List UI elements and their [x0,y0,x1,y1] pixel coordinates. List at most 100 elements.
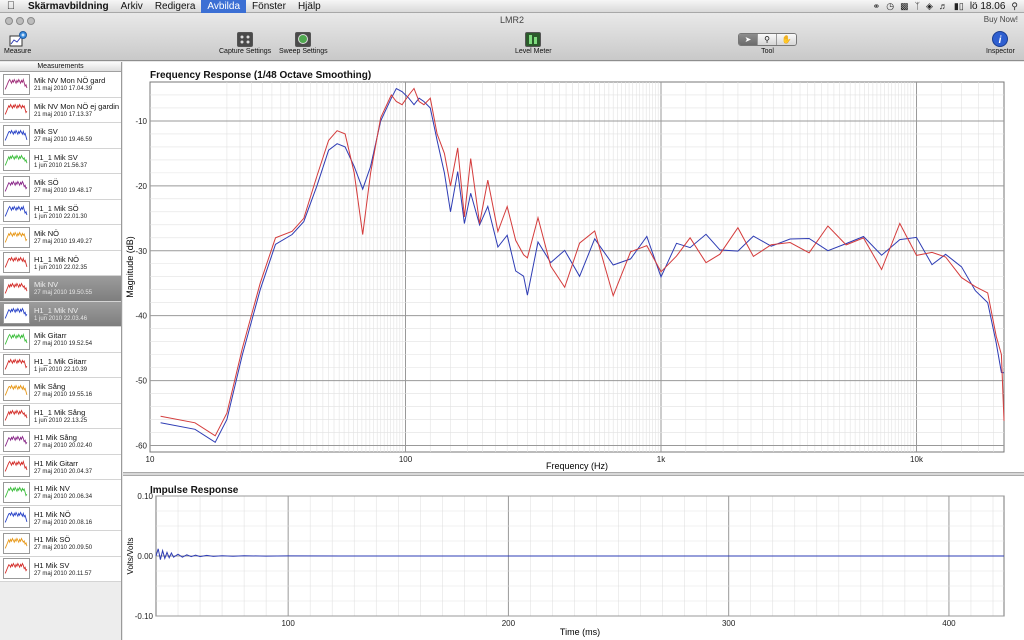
measurement-row[interactable]: H1 Mik NV 27 maj 2010 20.06.34 [0,480,121,506]
measurement-date: 27 maj 2010 20.06.34 [34,494,93,501]
measurement-row[interactable]: H1_1 Mik Gitarr 1 jun 2010 22.10.39 [0,352,121,378]
main-graph-area: Frequency Response (1/48 Octave Smoothin… [123,62,1024,640]
measurement-row[interactable]: Mik Gitarr 27 maj 2010 19.52.54 [0,327,121,353]
measurement-row[interactable]: H1_1 Mik SV 1 jun 2010 21.56.37 [0,148,121,174]
measurement-row[interactable]: H1 Mik Sång 27 maj 2010 20.02.40 [0,429,121,455]
apple-menu-icon[interactable]:  [0,0,22,12]
time-machine-icon[interactable]: ◷ [886,1,894,12]
y-tick-label: -0.10 [135,612,154,621]
sweep-settings-icon [295,31,312,47]
measurement-row[interactable]: Mik NV Mon NÖ gard 21 maj 2010 17.04.39 [0,72,121,98]
measurement-row[interactable]: H1_1 Mik NÖ 1 jun 2010 22.02.35 [0,250,121,276]
measurement-thumbnail [3,73,30,95]
y-tick-label: 0.00 [137,552,153,561]
y-tick-label: -40 [135,312,147,321]
measurement-thumbnail [3,303,30,325]
sweep-settings-button[interactable]: Sweep Settings [279,31,328,55]
measurement-date: 27 maj 2010 19.48.17 [34,188,93,195]
menu-app-name[interactable]: Skärmavbildning [22,0,115,13]
measurement-thumbnail [3,558,30,580]
y-tick-label: -50 [135,377,147,386]
bluetooth-icon[interactable]: ᛉ [915,1,920,11]
measure-button[interactable]: Measure [4,31,31,55]
measurement-date: 27 maj 2010 20.09.50 [34,545,93,552]
measurement-thumbnail [3,328,30,350]
measurement-thumbnail [3,201,30,223]
menu-redigera[interactable]: Redigera [149,0,202,13]
measurement-row[interactable]: H1 Mik Gitarr 27 maj 2010 20.04.37 [0,454,121,480]
menu-fonster[interactable]: Fönster [246,0,292,13]
spotlight-search-icon[interactable]: ⚲ [1011,1,1018,12]
buy-now-link[interactable]: Buy Now! [984,15,1018,24]
wifi-icon[interactable]: ◈ [926,1,933,12]
measurement-name: H1 Mik NÖ [34,509,71,519]
measurement-name: H1_1 Mik Gitarr [34,356,87,366]
x-tick-label: 10 [146,455,155,464]
measurement-thumbnail [3,150,30,172]
tool-segmented-control: ➤ ⚲ ✋ [738,32,797,46]
measurement-row[interactable]: H1 Mik NÖ 27 maj 2010 20.08.16 [0,505,121,531]
measurement-row[interactable]: Mik NV 27 maj 2010 19.50.55 [0,276,121,302]
hand-tool-icon[interactable]: ✋ [777,33,796,45]
creative-cloud-icon[interactable]: ⚭ [873,1,881,12]
menu-bar:  Skärmavbildning Arkiv Redigera Avbilda… [0,0,1024,13]
measurement-thumbnail [3,481,30,503]
menu-avbilda[interactable]: Avbilda [201,0,247,13]
measurement-name: H1 Mik NV [34,484,70,494]
measurement-row[interactable]: Mik NV Mon NÖ ej gardin 21 maj 2010 17.13… [0,97,121,123]
capture-settings-label: Capture Settings [219,48,272,55]
measurement-date: 27 maj 2010 19.49.27 [34,239,93,246]
impulse-response-chart[interactable]: 0.10 0.00 -0.10 100 200 300 400 Time (ms) Volts/… [123,476,1024,640]
measurement-name: Mik Sång [34,382,66,392]
menu-arkiv[interactable]: Arkiv [115,0,149,13]
menu-hjalp[interactable]: Hjälp [292,0,327,13]
measurement-row[interactable]: H1_1 Mik SÖ 1 jun 2010 22.01.30 [0,199,121,225]
y-tick-label: 0.10 [137,492,153,501]
measurement-row[interactable]: Mik SV 27 maj 2010 19.46.59 [0,123,121,149]
level-meter-button[interactable]: Level Meter [515,31,552,55]
measurement-date: 27 maj 2010 19.52.54 [34,341,93,348]
measurement-date: 1 jun 2010 22.03.46 [34,315,88,322]
measurement-date: 27 maj 2010 19.55.16 [34,392,93,399]
battery-icon[interactable]: ▮▯ [954,1,964,12]
measurement-date: 1 jun 2010 22.01.30 [34,213,88,220]
measurement-date: 27 maj 2010 19.46.59 [34,137,93,144]
menu-clock[interactable]: lö 18.06 [970,1,1006,12]
measurement-thumbnail [3,456,30,478]
measurement-thumbnail [3,277,30,299]
inspector-label: Inspector [986,48,1015,55]
capture-settings-button[interactable]: Capture Settings [219,31,271,55]
y-axis-label: Magnitude (dB) [125,236,135,298]
measurement-date: 27 maj 2010 20.08.16 [34,519,93,526]
measurement-name: H1 Mik SV [34,560,70,570]
measurement-thumbnail [3,175,30,197]
y-tick-label: -10 [135,117,147,126]
frequency-response-chart[interactable]: -10 -20 -30 -40 -50 -60 10 100 1k 10k Frequency (H… [123,62,1024,472]
measurement-date: 27 maj 2010 20.04.37 [34,468,93,475]
measurement-thumbnail [3,124,30,146]
measurement-row[interactable]: H1 Mik SÖ 27 maj 2010 20.09.50 [0,531,121,557]
status-area: ⚭ ◷ ▩ ᛉ ◈ ♬ ▮▯ lö 18.06 ⚲ [873,1,1024,12]
measurement-date: 1 jun 2010 21.56.37 [34,162,88,169]
svg-text:i: i [999,35,1002,46]
measurement-date: 27 maj 2010 20.11.57 [34,570,92,577]
measurement-row[interactable]: Mik Sång 27 maj 2010 19.55.16 [0,378,121,404]
inspector-button[interactable]: i Inspector [986,31,1015,55]
measurement-date: 27 maj 2010 19.50.55 [34,290,93,297]
measurement-name: H1_1 Mik Sång [34,407,86,417]
measurement-name: Mik SV [34,127,58,137]
measure-label: Measure [4,48,32,55]
pointer-tool-icon[interactable]: ➤ [739,33,758,45]
display-icon[interactable]: ▩ [900,1,909,12]
measurement-thumbnail [3,379,30,401]
measurement-row[interactable]: Mik NÖ 27 maj 2010 19.49.27 [0,225,121,251]
measurement-row[interactable]: Mik SÖ 27 maj 2010 19.48.17 [0,174,121,200]
measurement-row[interactable]: H1 Mik SV 27 maj 2010 20.11.57 [0,556,121,582]
measurement-row[interactable]: H1_1 Mik Sång 1 jun 2010 22.13.25 [0,403,121,429]
measurement-name: Mik NV Mon NÖ gard [34,76,106,86]
volume-icon[interactable]: ♬ [939,1,948,11]
measurement-row[interactable]: H1_1 Mik NV 1 jun 2010 22.03.46 [0,301,121,327]
measurement-thumbnail [3,252,30,274]
zoom-tool-icon[interactable]: ⚲ [758,33,777,45]
x-tick-label: 1k [657,455,666,464]
